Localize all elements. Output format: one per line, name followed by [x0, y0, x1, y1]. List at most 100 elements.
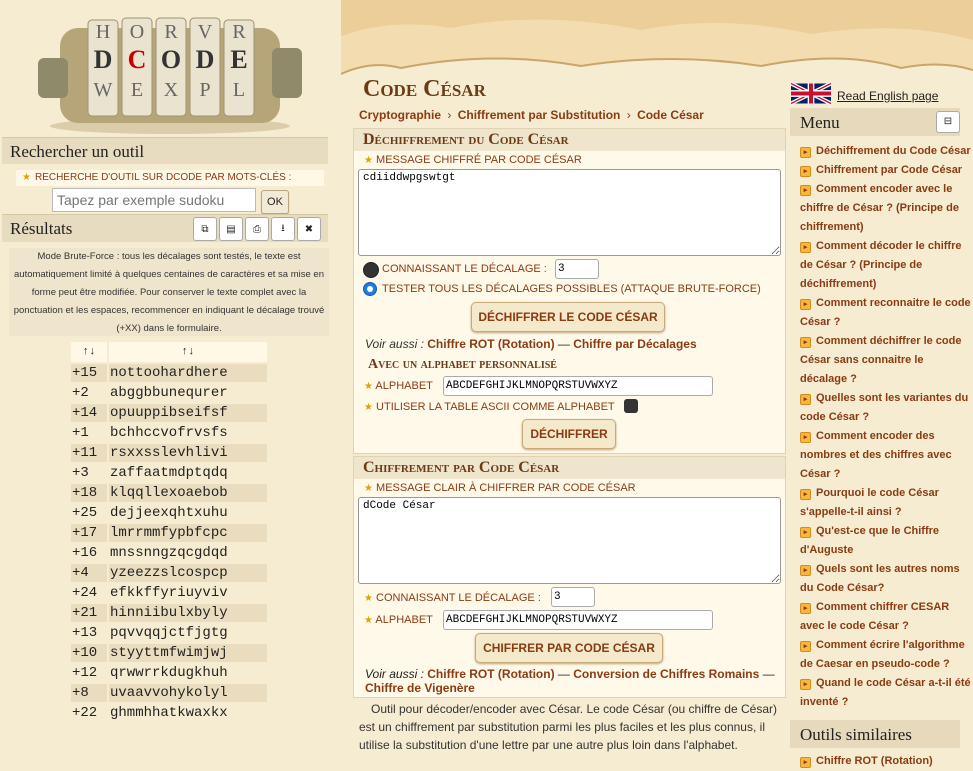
tool-description: Outil pour décoder/encoder avec César. L… [359, 702, 777, 752]
link-roman-numerals[interactable]: Conversion de Chiffres Romains [573, 667, 759, 681]
menu-item-label: Comment déchiffrer le code César sans co… [800, 335, 962, 385]
download-icon[interactable]: ⭳ [271, 217, 295, 241]
shift-cell: +16 [72, 545, 98, 561]
close-icon[interactable]: ✖ [297, 217, 321, 241]
decrypt-button[interactable]: DÉCHIFFRER LE CODE CÉSAR [471, 302, 665, 332]
text-cell: uvaavvohykolyl [109, 684, 267, 702]
menu-item-label: Chiffrement par Code César [816, 164, 963, 176]
shift-cell: +2 [72, 385, 89, 401]
svg-text:V: V [198, 21, 213, 43]
arrow-right-icon: ▸ [800, 603, 811, 614]
svg-text:X: X [164, 79, 179, 101]
see-also-separator: — [557, 337, 570, 351]
menu-item-label: Qu'est-ce que le Chiffre d'Auguste [800, 525, 940, 556]
star-icon: ★ [364, 615, 373, 626]
svg-text:E: E [230, 45, 247, 74]
text-cell: nottoohardhere [109, 364, 267, 382]
menu-item-label: Déchiffrement du Code César [816, 145, 971, 157]
search-ok-button[interactable]: OK [261, 190, 289, 214]
sort-text-header[interactable]: ↑↓ [109, 342, 267, 362]
arrow-right-icon: ▸ [800, 679, 811, 690]
star-icon: ★ [364, 381, 373, 392]
arrow-right-icon: ▸ [800, 337, 811, 348]
menu-item[interactable]: ▸ Qu'est-ce que le Chiffre d'Auguste [800, 522, 972, 560]
decrypt-shift-input[interactable] [555, 259, 599, 279]
search-input[interactable] [52, 188, 256, 212]
star-icon: ★ [22, 172, 31, 183]
decrypt-msg-label: Message chiffré par Code César [376, 154, 582, 166]
shift-cell: +21 [71, 604, 107, 622]
ascii-label-row: ★ Utiliser la table ASCII comme alphabet [364, 401, 615, 413]
shift-cell: +11 [71, 444, 107, 462]
collapse-menu-button[interactable]: ⊟ [936, 111, 960, 133]
svg-text:P: P [199, 79, 210, 101]
text-cell: abggbbunequrer [110, 385, 228, 401]
copy-icon[interactable]: ⧉ [193, 217, 217, 241]
see-also-label: Voir aussi : [365, 667, 424, 681]
arrow-right-icon: ▸ [800, 185, 811, 196]
decrypt-panel: Déchiffrement du Code César ★ Message ch… [353, 128, 786, 454]
link-decalages[interactable]: Chiffre par Décalages [573, 337, 696, 351]
menu-item-label: Comment reconnaitre le code César ? [800, 297, 971, 328]
breadcrumb-code-cesar[interactable]: Code César [637, 108, 704, 122]
shift-cell: +4 [71, 564, 107, 582]
menu-item[interactable]: ▸ Comment écrire l'algorithme de Caesar e… [800, 636, 972, 674]
menu-item[interactable]: ▸ Comment reconnaitre le code César ? [800, 294, 972, 332]
table-row: +17 lmrrmmfypbfcpc [71, 524, 267, 542]
menu-item[interactable]: ▸ Comment encoder avec le chiffre de Césa… [800, 180, 972, 237]
search-label-row: ★ Recherche d'outil sur dCode par mots-cl… [16, 170, 324, 186]
shift-cell: +22 [72, 705, 98, 721]
link-rot[interactable]: Chiffre ROT (Rotation) [427, 337, 554, 351]
encrypt-alphabet-label: Alphabet [375, 614, 433, 626]
menu-item[interactable]: ▸ Comment déchiffrer le code César sans c… [800, 332, 972, 389]
svg-text:W: W [94, 79, 113, 101]
shift-cell: +14 [71, 404, 107, 422]
encrypt-alphabet-input[interactable] [443, 610, 713, 630]
right-sidebar: Read English page Menu ⊟ ▸ Déchiffrement … [788, 0, 973, 768]
breadcrumb-substitution[interactable]: Chiffrement par Substitution [458, 108, 621, 122]
menu-item[interactable]: ▸ Pourquoi le code César s'appelle-t-il a… [800, 484, 972, 522]
arrow-right-icon: ▸ [800, 527, 811, 538]
shift-cell: +10 [71, 644, 107, 662]
similar-tools-header: Outils similaires [790, 720, 960, 748]
encrypt-button[interactable]: CHIFFRER PAR CODE CÉSAR [475, 633, 663, 663]
menu-item[interactable]: ▸ Comment décoder le chiffre de César ? (… [800, 237, 972, 294]
ascii-checkbox[interactable] [624, 399, 638, 413]
uk-flag-icon[interactable] [791, 81, 831, 106]
known-shift-radio[interactable] [363, 262, 379, 278]
menu-item[interactable]: ▸ Quelles sont les variantes du code Césa… [800, 389, 972, 427]
encrypt-see-also: Voir aussi : Chiffre ROT (Rotation) — Co… [365, 667, 780, 695]
table-row: +18 klqqllexoaebob [71, 484, 267, 502]
encrypt-shift-input[interactable] [551, 587, 595, 607]
bruteforce-radio[interactable] [363, 282, 377, 296]
menu-item[interactable]: ▸ Quand le code César a-t-il été inventé … [800, 674, 972, 712]
shift-cell: +24 [72, 585, 98, 601]
menu-item[interactable]: ▸ Chiffrement par Code César [800, 161, 972, 180]
page-title: Code César [363, 76, 486, 102]
dcode-logo[interactable]: HORVR WEXPL D C O D E [30, 8, 310, 136]
svg-text:R: R [164, 21, 178, 43]
results-table: ↑↓ ↑↓ +15 nottoohardhere +2 abggbbunequrer +… [69, 340, 269, 724]
menu-item[interactable]: ▸ Quels sont les autres noms du Code Césa… [800, 560, 972, 598]
decrypt-message-input[interactable]: cdiiddwpgswtgt [358, 169, 781, 256]
menu-item[interactable]: ▸ Déchiffrement du Code César [800, 142, 972, 161]
link-rot[interactable]: Chiffre ROT (Rotation) [427, 667, 554, 681]
decrypt-alphabet-input[interactable] [443, 376, 713, 396]
encrypt-message-input[interactable]: dCode César [358, 497, 781, 584]
encrypt-title: Chiffrement par Code César [354, 457, 785, 479]
table-row: +1 bchhccvofrvsfs [71, 424, 267, 442]
print-icon[interactable]: ⎙ [245, 217, 269, 241]
custom-alphabet-title: Avec un alphabet personnalisé [368, 357, 557, 372]
link-vigenere[interactable]: Chiffre de Vigenère [365, 681, 475, 695]
sort-shift-header[interactable]: ↑↓ [71, 342, 107, 362]
table-row: +8 uvaavvohykolyl [71, 684, 267, 702]
menu-item-label: Pourquoi le code César s'appelle-t-il ai… [800, 487, 939, 518]
menu-item[interactable]: ▸ Comment chiffrer CESAR avec le code Cés… [800, 598, 972, 636]
menu-item[interactable]: ▸ Comment encoder des nombres et des chif… [800, 427, 972, 484]
decrypt-msg-label-row: ★ Message chiffré par Code César [364, 154, 582, 166]
clipboard-icon[interactable]: ▤ [219, 217, 243, 241]
english-page-link[interactable]: Read English page [837, 89, 938, 103]
table-row: +14 opuuppibseifsf [71, 404, 267, 422]
decrypt-custom-button[interactable]: DÉCHIFFRER [522, 419, 616, 449]
breadcrumb-cryptographie[interactable]: Cryptographie [359, 108, 441, 122]
